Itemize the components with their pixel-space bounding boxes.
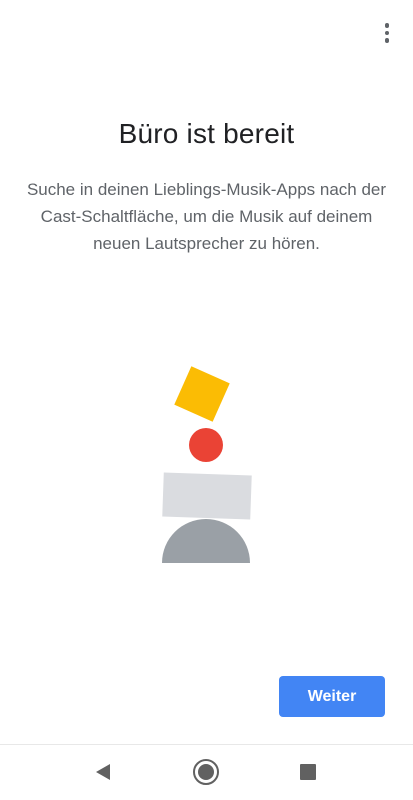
page-title: Büro ist bereit	[118, 118, 295, 149]
illustration-square	[174, 366, 230, 422]
setup-ready-screen: Büro ist bereit Suche in deinen Liebling…	[0, 0, 413, 800]
more-options-button[interactable]	[372, 18, 402, 48]
next-button[interactable]: Weiter	[279, 676, 385, 717]
system-nav-bar	[0, 745, 413, 800]
home-circle-icon	[193, 759, 219, 785]
nav-back-button[interactable]	[88, 757, 118, 787]
more-vert-icon	[384, 23, 390, 28]
nav-home-button[interactable]	[191, 757, 221, 787]
recents-square-icon	[300, 764, 316, 780]
illustration-block	[162, 472, 252, 520]
illustration-dome	[162, 519, 250, 563]
speaker-illustration	[162, 366, 252, 563]
nav-recents-button[interactable]	[293, 757, 323, 787]
back-triangle-icon	[96, 764, 110, 780]
illustration-circle	[189, 428, 223, 462]
page-description: Suche in deinen Lieblings-Musik-Apps nac…	[26, 180, 387, 253]
